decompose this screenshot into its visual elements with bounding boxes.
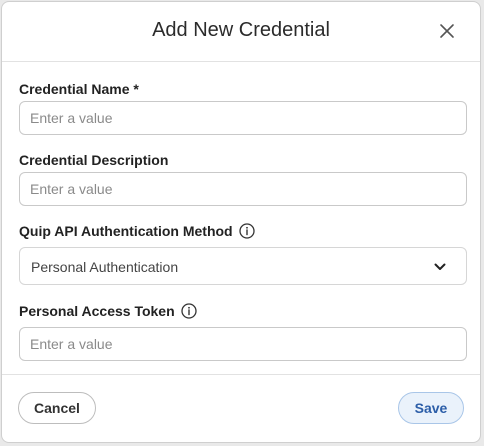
credential-description-input[interactable]: [19, 172, 467, 206]
credential-name-input[interactable]: [19, 101, 467, 135]
personal-access-token-label-text: Personal Access Token: [19, 303, 175, 319]
credential-description-label-text: Credential Description: [19, 152, 169, 168]
info-icon[interactable]: [238, 223, 255, 239]
personal-access-token-input[interactable]: [19, 327, 467, 361]
auth-method-selected-value: Personal Authentication: [31, 259, 179, 275]
close-icon: [440, 24, 454, 38]
close-button[interactable]: [438, 22, 456, 40]
dialog-footer: Cancel Save: [2, 374, 480, 442]
auth-method-label-text: Quip API Authentication Method: [19, 223, 233, 239]
dialog-header: Add New Credential: [2, 2, 480, 62]
add-credential-dialog: Add New Credential Credential Name * Cre…: [1, 1, 481, 443]
credential-description-label: Credential Description: [19, 152, 168, 168]
credential-name-label: Credential Name *: [19, 81, 139, 97]
save-button[interactable]: Save: [398, 392, 464, 424]
auth-method-select[interactable]: Personal Authentication: [19, 247, 467, 285]
dialog-title: Add New Credential: [152, 19, 330, 41]
cancel-button[interactable]: Cancel: [18, 392, 96, 424]
chevron-down-icon: [434, 263, 446, 270]
auth-method-label: Quip API Authentication Method: [19, 223, 255, 239]
credential-name-label-text: Credential Name *: [19, 81, 139, 97]
info-icon[interactable]: [180, 303, 197, 319]
personal-access-token-label: Personal Access Token: [19, 303, 197, 319]
